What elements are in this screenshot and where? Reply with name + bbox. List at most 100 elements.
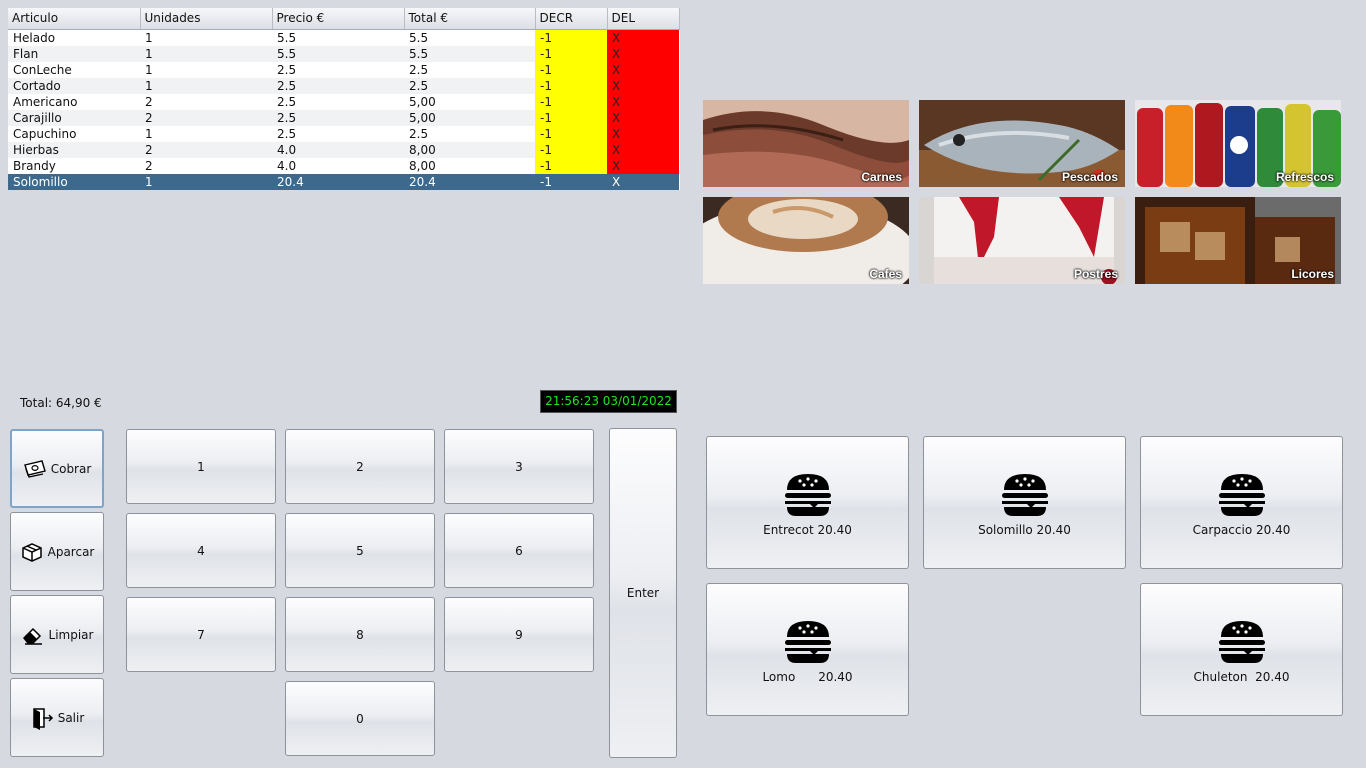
cell-articulo: Solomillo — [8, 173, 140, 190]
keypad-1-button[interactable]: 1 — [126, 429, 276, 504]
cell-total: 2.5 — [404, 77, 535, 94]
keypad-3-button[interactable]: 3 — [444, 429, 594, 504]
column-header-del[interactable]: DEL — [607, 8, 680, 30]
box-icon — [21, 542, 42, 562]
burger-icon — [1001, 473, 1048, 516]
table-row[interactable]: Helado 1 5.5 5.5 -1 X — [8, 29, 679, 46]
column-header-unidades[interactable]: Unidades — [140, 8, 273, 30]
delete-button[interactable]: X — [607, 141, 679, 158]
cell-precio: 2.5 — [277, 126, 297, 141]
category-postres[interactable]: Postres — [919, 197, 1125, 284]
keypad-7-button[interactable]: 7 — [126, 597, 276, 672]
category-label: Refrescos — [1275, 170, 1334, 184]
cell-precio: 4.0 — [272, 141, 404, 158]
clock-display: 21:56:23 03/01/2022 — [540, 390, 677, 413]
cobrar-button[interactable]: Cobrar — [10, 429, 104, 508]
keypad-6-button[interactable]: 6 — [444, 513, 594, 588]
cell-total: 8,00 — [409, 158, 436, 173]
product-carpaccio-button[interactable]: Carpaccio 20.40 — [1140, 436, 1343, 569]
decr-button[interactable]: -1 — [535, 77, 607, 94]
delete-button[interactable]: X — [607, 61, 679, 78]
table-header-row: Articulo Unidades Precio € Total € DECR … — [8, 8, 680, 30]
decr-button[interactable]: -1 — [535, 173, 607, 190]
product-label: Entrecot 20.40 — [763, 522, 852, 537]
cell-unidades: 1 — [145, 62, 153, 77]
table-row[interactable]: Capuchino 1 2.5 2.5 -1 X — [8, 125, 679, 142]
category-carnes[interactable]: Carnes — [703, 100, 909, 187]
decr-button[interactable]: -1 — [535, 29, 607, 46]
decr-button[interactable]: -1 — [535, 61, 607, 78]
cell-precio: 4.0 — [277, 158, 297, 173]
eraser-icon — [22, 627, 42, 645]
cell-unidades: 2 — [140, 109, 272, 126]
category-refrescos[interactable]: Refrescos — [1135, 100, 1341, 187]
product-label: Lomo 20.40 — [762, 669, 853, 684]
keypad-2-button[interactable]: 2 — [285, 429, 435, 504]
keypad-8-button[interactable]: 8 — [285, 597, 435, 672]
cell-articulo: Cortado — [8, 77, 140, 94]
delete-button[interactable]: X — [607, 173, 679, 190]
cell-precio: 2.5 — [277, 94, 297, 109]
delete-button[interactable]: X — [607, 157, 679, 174]
table-row[interactable]: ConLeche 1 2.5 2.5 -1 X — [8, 61, 679, 78]
table-row[interactable]: Solomillo 1 20.4 20.4 -1 X — [8, 173, 679, 190]
cell-unidades: 2 — [145, 158, 153, 173]
enter-button[interactable]: Enter — [609, 428, 677, 758]
column-header-articulo[interactable]: Articulo — [8, 8, 141, 30]
keypad-9-button[interactable]: 9 — [444, 597, 594, 672]
keypad-5-button[interactable]: 5 — [285, 513, 435, 588]
keypad-4-button[interactable]: 4 — [126, 513, 276, 588]
salir-label: Salir — [57, 710, 85, 725]
product-solomillo-button[interactable]: Solomillo 20.40 — [923, 436, 1126, 569]
delete-button[interactable]: X — [607, 109, 679, 126]
column-header-decr[interactable]: DECR — [535, 8, 608, 30]
category-cafes[interactable]: Cafes — [703, 197, 909, 284]
decr-button[interactable]: -1 — [535, 125, 607, 142]
product-lomo-button[interactable]: Lomo 20.40 — [706, 583, 909, 716]
aparcar-button[interactable]: Aparcar — [10, 512, 104, 591]
category-licores[interactable]: Licores — [1135, 197, 1341, 284]
delete-button[interactable]: X — [607, 77, 679, 94]
cell-unidades: 2 — [140, 141, 272, 158]
cell-articulo: Helado — [13, 30, 56, 45]
table-row[interactable]: Cortado 1 2.5 2.5 -1 X — [8, 77, 679, 94]
cell-precio: 2.5 — [277, 62, 297, 77]
decr-button[interactable]: -1 — [535, 93, 607, 110]
product-label: Carpaccio 20.40 — [1192, 522, 1291, 537]
cell-unidades: 1 — [140, 77, 272, 94]
burger-icon — [1218, 620, 1265, 663]
cell-total: 5,00 — [409, 94, 436, 109]
limpiar-label: Limpiar — [48, 627, 94, 642]
delete-button[interactable]: X — [607, 125, 679, 142]
decr-button[interactable]: -1 — [535, 45, 607, 62]
decr-button[interactable]: -1 — [535, 157, 607, 174]
delete-button[interactable]: X — [607, 45, 679, 62]
decr-button[interactable]: -1 — [535, 109, 607, 126]
decr-button[interactable]: -1 — [535, 141, 607, 158]
exit-door-icon — [32, 707, 53, 730]
category-pescados[interactable]: Pescados — [919, 100, 1125, 187]
table-row[interactable]: Hierbas 2 4.0 8,00 -1 X — [8, 141, 679, 158]
cell-unidades: 1 — [140, 45, 272, 62]
limpiar-button[interactable]: Limpiar — [10, 595, 104, 674]
column-header-precio[interactable]: Precio € — [272, 8, 405, 30]
salir-button[interactable]: Salir — [10, 678, 104, 757]
delete-button[interactable]: X — [607, 93, 679, 110]
cell-total: 5.5 — [404, 45, 535, 62]
cell-articulo: ConLeche — [13, 62, 72, 77]
cobrar-label: Cobrar — [50, 461, 92, 476]
column-header-total[interactable]: Total € — [404, 8, 536, 30]
category-label: Cafes — [869, 267, 902, 281]
product-entrecot-button[interactable]: Entrecot 20.40 — [706, 436, 909, 569]
table-row[interactable]: Brandy 2 4.0 8,00 -1 X — [8, 157, 679, 174]
table-row[interactable]: Carajillo 2 2.5 5,00 -1 X — [8, 109, 679, 126]
cell-precio: 2.5 — [272, 109, 404, 126]
cell-articulo: Capuchino — [13, 126, 77, 141]
table-row[interactable]: Flan 1 5.5 5.5 -1 X — [8, 45, 679, 62]
keypad-0-button[interactable]: 0 — [285, 681, 435, 756]
cell-articulo: Brandy — [13, 158, 56, 173]
table-row[interactable]: Americano 2 2.5 5,00 -1 X — [8, 93, 679, 110]
delete-button[interactable]: X — [607, 29, 679, 46]
cell-precio: 5.5 — [272, 45, 404, 62]
product-chuleton-button[interactable]: Chuleton 20.40 — [1140, 583, 1343, 716]
